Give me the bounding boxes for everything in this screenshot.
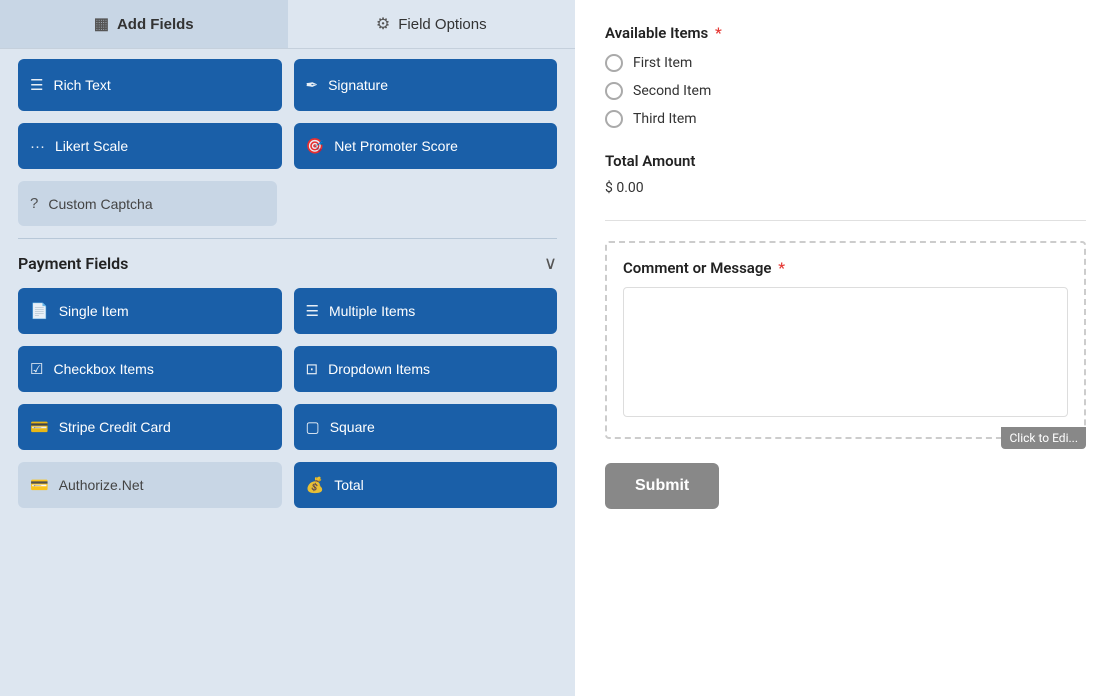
field-options-icon: ⚙: [376, 14, 390, 34]
available-items-section: Available Items * First Item Second Item…: [605, 24, 1086, 128]
rich-text-label: Rich Text: [53, 77, 110, 93]
payment-row-1: 📄 Single Item ☰ Multiple Items: [18, 288, 557, 334]
square-button[interactable]: ▢ Square: [294, 404, 558, 450]
tabs-bar: ▦ Add Fields ⚙ Field Options: [0, 0, 575, 49]
total-button[interactable]: 💰 Total: [294, 462, 558, 508]
panel-content: ☰ Rich Text ✒ Signature ··· Likert Scale…: [0, 49, 575, 696]
stripe-icon: 💳: [30, 418, 49, 436]
checkbox-items-label: Checkbox Items: [53, 361, 153, 377]
comment-required: *: [774, 259, 784, 277]
radio-third-item[interactable]: Third Item: [605, 110, 1086, 128]
row-likert-nps: ··· Likert Scale 🎯 Net Promoter Score: [18, 123, 557, 169]
left-panel: ▦ Add Fields ⚙ Field Options ☰ Rich Text…: [0, 0, 575, 696]
multiple-items-button[interactable]: ☰ Multiple Items: [294, 288, 558, 334]
available-items-required: *: [711, 24, 721, 42]
total-amount-label: Total Amount: [605, 152, 1086, 170]
tab-field-options[interactable]: ⚙ Field Options: [288, 0, 576, 48]
square-label: Square: [330, 419, 375, 435]
radio-third-label: Third Item: [633, 111, 697, 127]
section-divider: [18, 238, 557, 239]
radio-first-item[interactable]: First Item: [605, 54, 1086, 72]
rich-text-button[interactable]: ☰ Rich Text: [18, 59, 282, 111]
total-icon: 💰: [306, 476, 325, 494]
comment-label: Comment or Message *: [623, 259, 1068, 277]
authorize-net-icon: 💳: [30, 476, 49, 494]
tab-add-fields[interactable]: ▦ Add Fields: [0, 0, 288, 48]
likert-icon: ···: [30, 138, 45, 155]
captcha-icon: ?: [30, 195, 38, 212]
partial-buttons-row: ☰ Rich Text ✒ Signature: [18, 59, 557, 111]
payment-buttons-grid: 📄 Single Item ☰ Multiple Items ☑ Checkbo…: [18, 288, 557, 508]
net-promoter-score-button[interactable]: 🎯 Net Promoter Score: [294, 123, 558, 169]
tab-field-options-label: Field Options: [398, 16, 486, 33]
signature-button[interactable]: ✒ Signature: [294, 59, 558, 111]
submit-button[interactable]: Submit: [605, 463, 719, 509]
nps-icon: 🎯: [306, 137, 325, 155]
right-panel: Available Items * First Item Second Item…: [575, 0, 1116, 696]
checkbox-items-icon: ☑: [30, 360, 43, 378]
radio-second-label: Second Item: [633, 83, 711, 99]
dropdown-items-button[interactable]: ⊡ Dropdown Items: [294, 346, 558, 392]
single-item-button[interactable]: 📄 Single Item: [18, 288, 282, 334]
authorize-net-label: Authorize.Net: [59, 477, 144, 493]
form-divider: [605, 220, 1086, 221]
total-label: Total: [334, 477, 364, 493]
payment-row-3: 💳 Stripe Credit Card ▢ Square: [18, 404, 557, 450]
total-amount-value: $ 0.00: [605, 180, 1086, 196]
radio-second-item[interactable]: Second Item: [605, 82, 1086, 100]
custom-captcha-button[interactable]: ? Custom Captcha: [18, 181, 277, 226]
radio-circle-first: [605, 54, 623, 72]
total-amount-section: Total Amount $ 0.00: [605, 152, 1086, 196]
multiple-items-icon: ☰: [306, 302, 319, 320]
rich-text-icon: ☰: [30, 76, 43, 94]
dropdown-items-label: Dropdown Items: [328, 361, 430, 377]
signature-label: Signature: [328, 77, 388, 93]
payment-row-4: 💳 Authorize.Net 💰 Total: [18, 462, 557, 508]
radio-circle-second: [605, 82, 623, 100]
payment-chevron-icon[interactable]: ∨: [544, 253, 557, 274]
comment-section: Comment or Message * Click to Edi...: [605, 241, 1086, 439]
net-promoter-score-label: Net Promoter Score: [334, 138, 458, 154]
multiple-items-label: Multiple Items: [329, 303, 415, 319]
signature-icon: ✒: [306, 76, 319, 94]
radio-circle-third: [605, 110, 623, 128]
single-item-icon: 📄: [30, 302, 49, 320]
likert-scale-label: Likert Scale: [55, 138, 128, 154]
radio-group: First Item Second Item Third Item: [605, 54, 1086, 128]
square-icon: ▢: [306, 418, 320, 436]
radio-first-label: First Item: [633, 55, 692, 71]
payment-fields-title: Payment Fields: [18, 254, 128, 273]
stripe-credit-card-label: Stripe Credit Card: [59, 419, 171, 435]
single-item-label: Single Item: [59, 303, 129, 319]
stripe-credit-card-button[interactable]: 💳 Stripe Credit Card: [18, 404, 282, 450]
checkbox-items-button[interactable]: ☑ Checkbox Items: [18, 346, 282, 392]
likert-scale-button[interactable]: ··· Likert Scale: [18, 123, 282, 169]
tab-add-fields-label: Add Fields: [117, 16, 194, 33]
payment-fields-header: Payment Fields ∨: [18, 253, 557, 274]
available-items-label: Available Items *: [605, 24, 1086, 42]
authorize-net-button[interactable]: 💳 Authorize.Net: [18, 462, 282, 508]
add-fields-icon: ▦: [94, 14, 109, 34]
payment-row-2: ☑ Checkbox Items ⊡ Dropdown Items: [18, 346, 557, 392]
dropdown-items-icon: ⊡: [306, 360, 319, 378]
comment-textarea[interactable]: [623, 287, 1068, 417]
custom-captcha-label: Custom Captcha: [48, 196, 152, 212]
click-to-edit-badge: Click to Edi...: [1001, 427, 1086, 449]
row-captcha: ? Custom Captcha: [18, 181, 557, 226]
